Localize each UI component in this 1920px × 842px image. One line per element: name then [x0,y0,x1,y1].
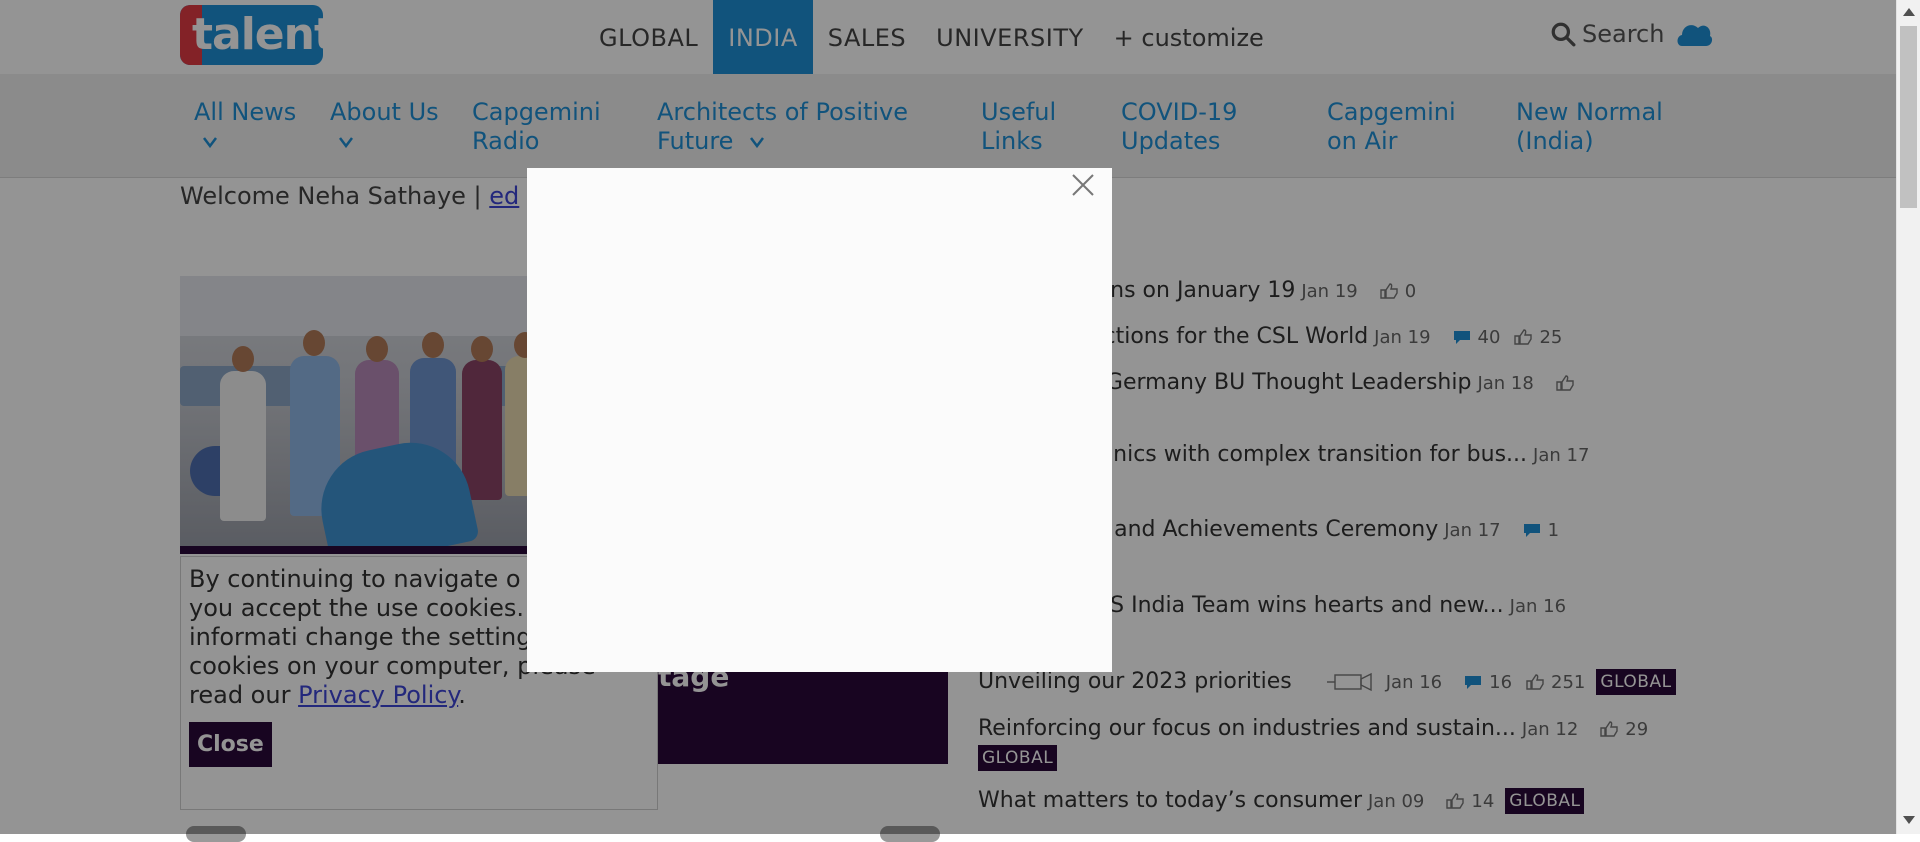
popup-modal [527,168,1112,672]
scroll-down-arrow[interactable] [1903,816,1915,824]
scroll-thumb[interactable] [1900,26,1917,208]
close-icon[interactable] [1066,168,1100,202]
scroll-up-arrow[interactable] [1903,8,1915,16]
